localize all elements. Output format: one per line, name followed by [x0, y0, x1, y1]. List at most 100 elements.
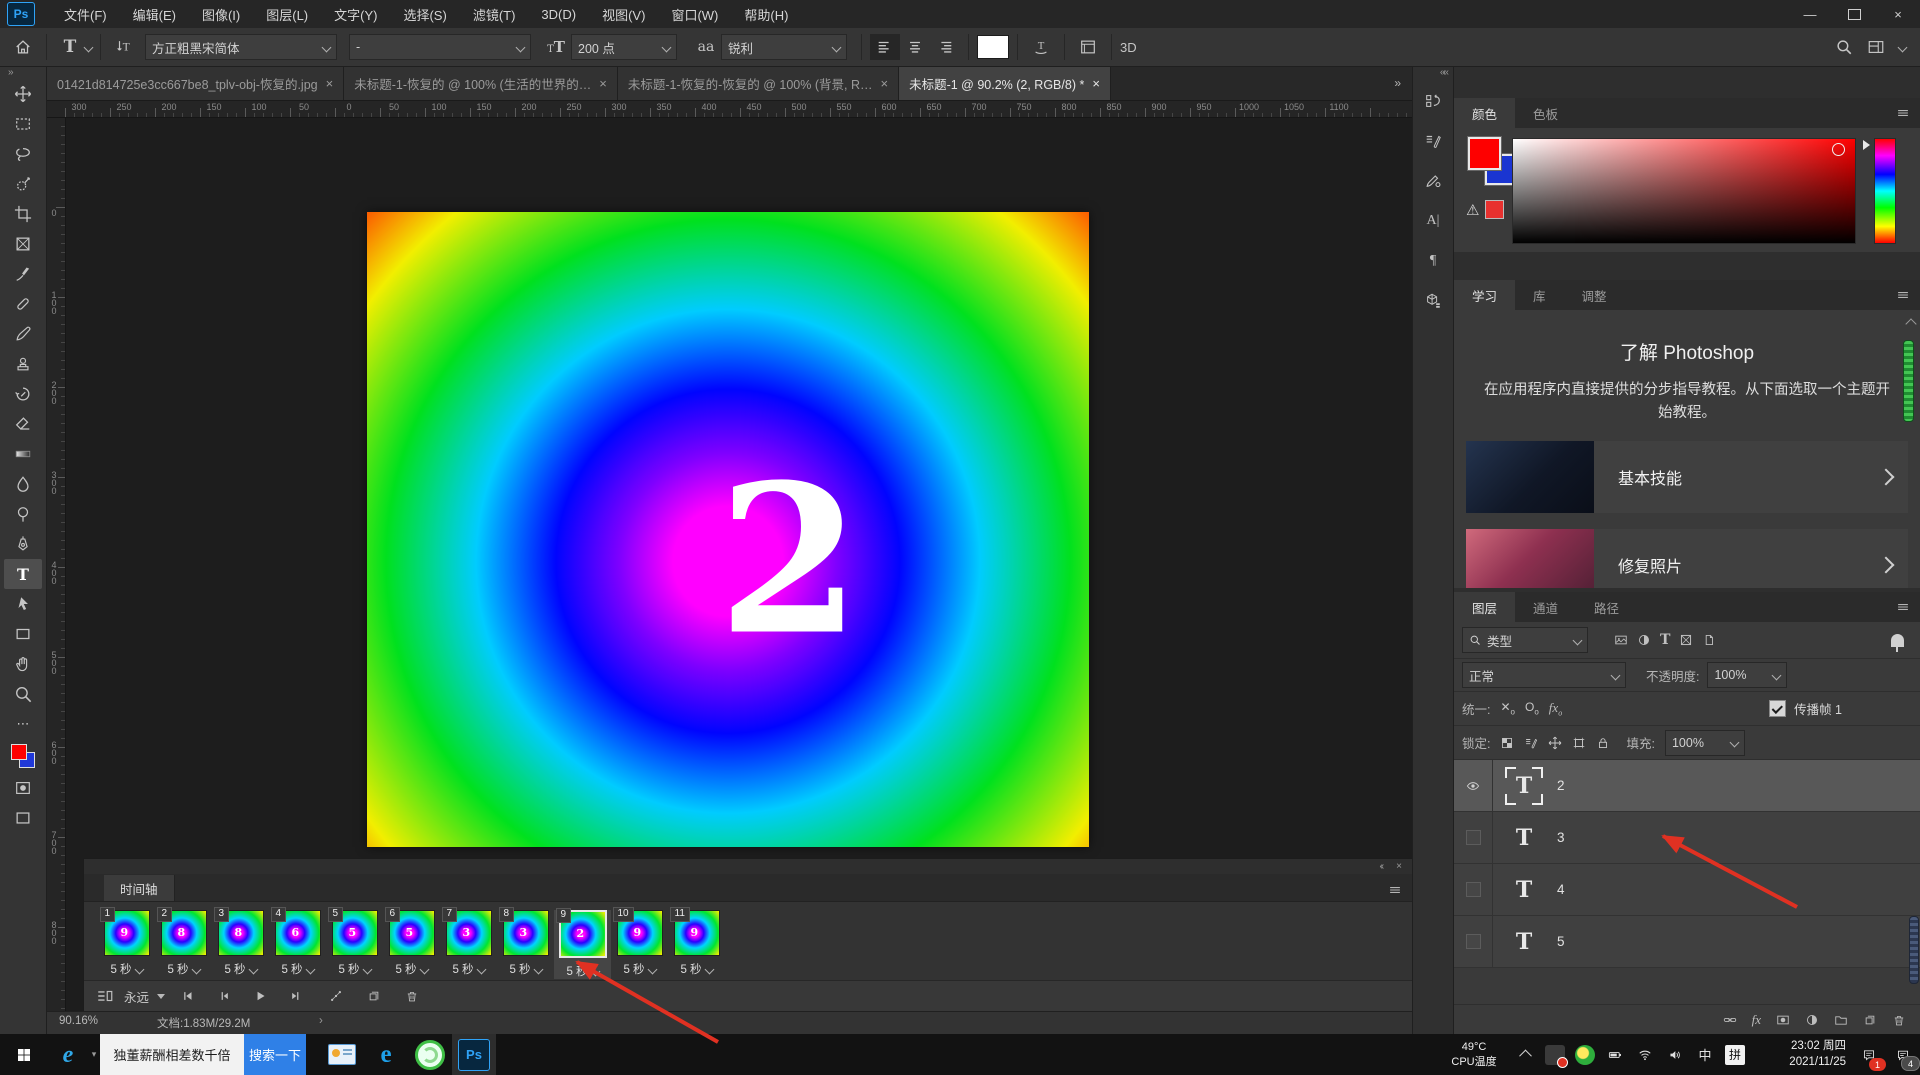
- tray-green-icon[interactable]: [1570, 1034, 1600, 1075]
- frame-duration-chevron-icon[interactable]: [647, 964, 657, 974]
- first-frame-button[interactable]: [175, 989, 201, 1003]
- frame-duration-chevron-icon[interactable]: [704, 964, 714, 974]
- add-mask-icon[interactable]: [1776, 1013, 1790, 1027]
- text-orientation-icon[interactable]: [109, 33, 139, 61]
- gamut-warning[interactable]: ⚠: [1466, 200, 1504, 219]
- lock-transparency-icon[interactable]: [1500, 736, 1514, 750]
- layer-row[interactable]: T2: [1454, 760, 1920, 812]
- adjustment-layer-icon[interactable]: [1805, 1013, 1819, 1027]
- timeline-frame[interactable]: 295 秒: [554, 910, 611, 979]
- menu-item[interactable]: 文字(Y): [321, 0, 390, 28]
- align-right-button[interactable]: [930, 34, 960, 60]
- ellipsis-tool[interactable]: ⋯: [4, 709, 42, 739]
- hue-slider-handle-icon[interactable]: [1863, 140, 1870, 150]
- frame-duration[interactable]: 5 秒: [509, 961, 541, 977]
- eyedropper-tool[interactable]: [4, 259, 42, 289]
- properties-3d-panel-icon[interactable]: [1417, 286, 1449, 316]
- layer-style-icon[interactable]: fx: [1752, 1012, 1761, 1028]
- new-layer-icon[interactable]: [1863, 1013, 1877, 1027]
- clock[interactable]: 23:02 周四 2021/11/25: [1750, 1034, 1852, 1075]
- filter-adjustment-layers-icon[interactable]: [1637, 633, 1651, 647]
- layer-filter-select[interactable]: 类型: [1462, 627, 1588, 653]
- loop-select[interactable]: 永远: [124, 987, 165, 1006]
- color-panel-tab[interactable]: 颜色: [1454, 98, 1515, 128]
- menu-item[interactable]: 滤镜(T): [460, 0, 529, 28]
- tab-close-icon[interactable]: ×: [880, 76, 888, 91]
- timeline-frame[interactable]: 915 秒: [98, 910, 155, 977]
- timeline-frame[interactable]: 9115 秒: [668, 910, 725, 977]
- timeline-collapse-icon[interactable]: ‹‹: [1379, 861, 1382, 872]
- text-color-swatch[interactable]: [977, 35, 1009, 59]
- hue-slider[interactable]: [1874, 138, 1896, 244]
- unify-style-icon[interactable]: fxo: [1549, 700, 1562, 718]
- frame-duration-chevron-icon[interactable]: [362, 964, 372, 974]
- frame-duration[interactable]: 5 秒: [281, 961, 313, 977]
- ime-language-button[interactable]: 中: [1690, 1034, 1720, 1075]
- wifi-icon[interactable]: [1630, 1034, 1660, 1075]
- layer-visibility-toggle[interactable]: [1454, 760, 1493, 811]
- battery-icon[interactable]: [1600, 1034, 1630, 1075]
- tween-button[interactable]: [323, 989, 349, 1003]
- scroll-up-icon[interactable]: [1905, 318, 1916, 329]
- saturation-field[interactable]: [1512, 138, 1856, 244]
- tab-close-icon[interactable]: ×: [599, 76, 607, 91]
- previous-frame-button[interactable]: [211, 989, 237, 1003]
- frame-duration-chevron-icon[interactable]: [248, 964, 258, 974]
- timeline-frame[interactable]: 645 秒: [269, 910, 326, 977]
- document-tab[interactable]: 未标题-1 @ 90.2% (2, RGB/8) *×: [899, 66, 1111, 100]
- duplicate-frame-button[interactable]: [361, 989, 387, 1003]
- gradient-tool[interactable]: [4, 439, 42, 469]
- layers-panel-tab[interactable]: 图层: [1454, 592, 1515, 622]
- menu-item[interactable]: 文件(F): [51, 0, 120, 28]
- quick-select-tool[interactable]: [4, 169, 42, 199]
- color-panel-menu-icon[interactable]: [1896, 98, 1920, 128]
- lock-all-icon[interactable]: [1596, 736, 1610, 750]
- frame-thumbnail[interactable]: 38: [503, 910, 549, 956]
- frame-duration[interactable]: 5 秒: [566, 963, 598, 979]
- zoom-level[interactable]: 90.16%: [59, 1015, 98, 1027]
- type-tool-icon[interactable]: T: [55, 33, 85, 61]
- propagate-frame-checkbox[interactable]: [1769, 700, 1786, 717]
- history-brush-tool[interactable]: [4, 379, 42, 409]
- opacity-input[interactable]: 100%: [1707, 662, 1787, 688]
- delete-frame-button[interactable]: [399, 989, 425, 1003]
- layer-visibility-toggle[interactable]: [1454, 864, 1493, 915]
- color-panel-tab[interactable]: 色板: [1515, 98, 1576, 128]
- layer-row[interactable]: T3: [1454, 812, 1920, 864]
- filter-pixel-layers-icon[interactable]: [1614, 633, 1628, 647]
- filter-toggle-pin-icon[interactable]: [1891, 634, 1904, 647]
- font-family-select[interactable]: 方正粗黑宋简体: [145, 34, 337, 60]
- frame-duration-chevron-icon[interactable]: [419, 964, 429, 974]
- layer-row[interactable]: T5: [1454, 916, 1920, 968]
- learn-card-retouch-photos[interactable]: 修复照片: [1466, 529, 1908, 588]
- new-group-icon[interactable]: [1834, 1013, 1848, 1027]
- color-cursor-icon[interactable]: [1832, 143, 1845, 156]
- notification-center-icon[interactable]: 1: [1852, 1034, 1886, 1075]
- layers-panel-tab[interactable]: 通道: [1515, 592, 1576, 622]
- taskbar-search-button[interactable]: 搜索一下: [244, 1034, 306, 1075]
- brush-tool[interactable]: [4, 319, 42, 349]
- warp-text-icon[interactable]: [1026, 33, 1056, 61]
- spot-heal-tool[interactable]: [4, 289, 42, 319]
- frame-duration[interactable]: 5 秒: [167, 961, 199, 977]
- lock-pixels-icon[interactable]: [1524, 736, 1538, 750]
- search-dropdown-icon[interactable]: ▾: [88, 1034, 100, 1075]
- frame-duration[interactable]: 5 秒: [452, 961, 484, 977]
- unify-position-icon[interactable]: ✕o: [1500, 700, 1515, 716]
- ruler-corner[interactable]: [47, 101, 66, 118]
- layers-panel-tab[interactable]: 路径: [1576, 592, 1637, 622]
- layers-panel-menu-icon[interactable]: [1896, 592, 1920, 622]
- marquee-tool[interactable]: [4, 109, 42, 139]
- frame-duration[interactable]: 5 秒: [110, 961, 142, 977]
- timeline-frame[interactable]: 375 秒: [440, 910, 497, 977]
- pen-tool[interactable]: [4, 529, 42, 559]
- frame-thumbnail[interactable]: 56: [389, 910, 435, 956]
- foreground-color-swatch[interactable]: [1468, 137, 1501, 170]
- clone-stamp-tool[interactable]: [4, 349, 42, 379]
- layer-row[interactable]: T4: [1454, 864, 1920, 916]
- blend-mode-select[interactable]: 正常: [1462, 662, 1626, 688]
- timeline-frame[interactable]: 565 秒: [383, 910, 440, 977]
- timeline-close-icon[interactable]: ×: [1396, 861, 1402, 872]
- tray-app-badge-icon[interactable]: [1540, 1034, 1570, 1075]
- taskbar-search-input[interactable]: 独董薪酬相差数千倍: [100, 1034, 244, 1075]
